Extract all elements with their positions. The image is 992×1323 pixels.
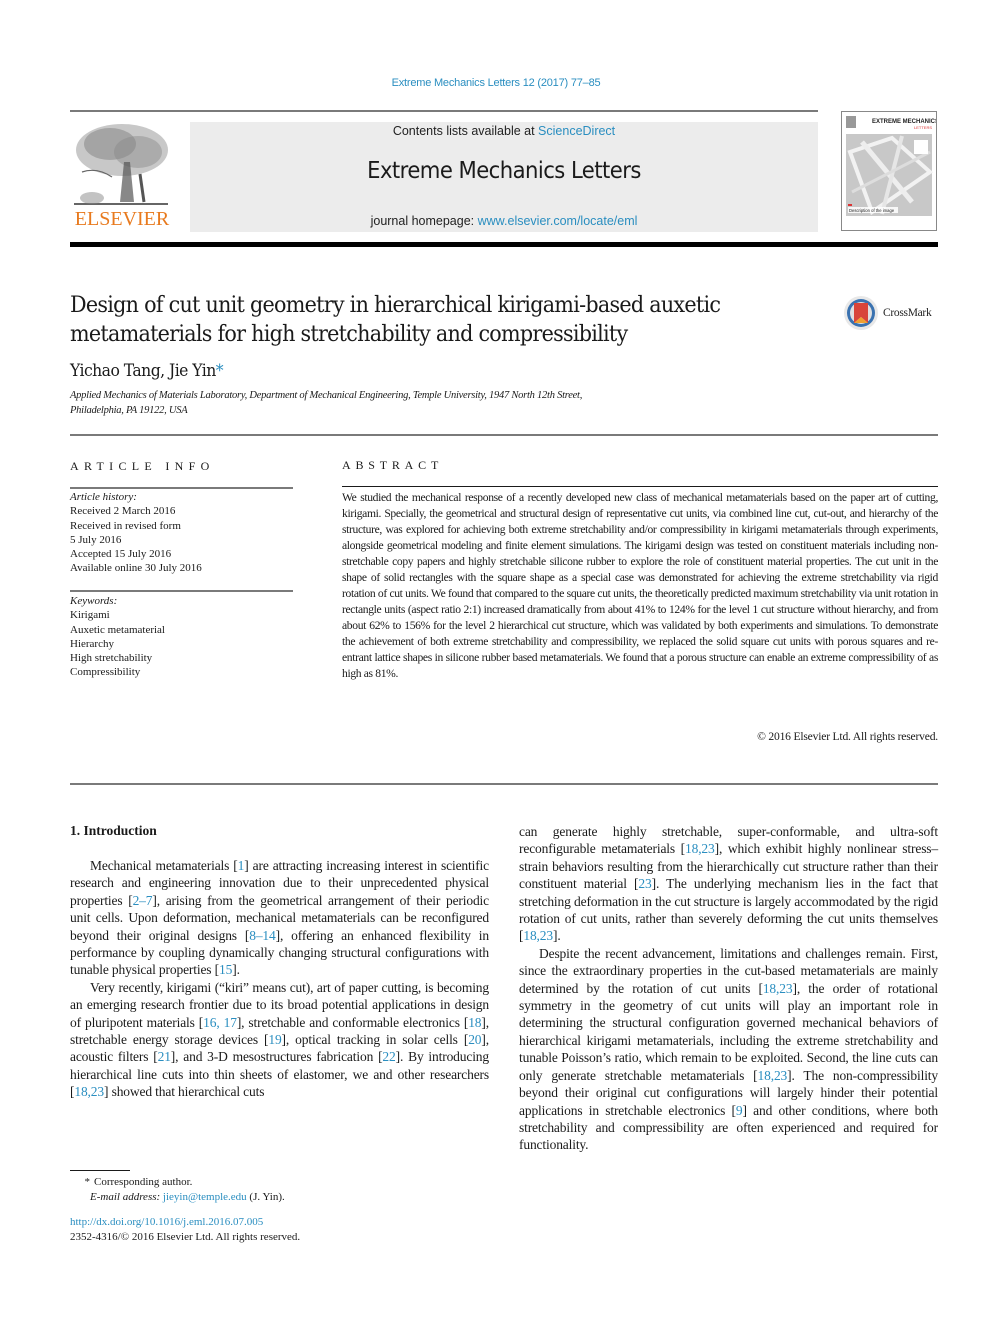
email-suffix: (J. Yin).	[246, 1191, 285, 1203]
email-label: E-mail address:	[90, 1191, 163, 1203]
article-info-rule	[70, 487, 293, 489]
affiliation-line-2: Philadelphia, PA 19122, USA	[70, 404, 188, 416]
keyword: Kirigami	[70, 609, 110, 622]
abstract-rule	[342, 486, 938, 487]
citation-link[interactable]: 18,23	[758, 1068, 788, 1083]
article-info-heading: ARTICLE INFO	[70, 459, 215, 473]
footnote-email: E-mail address: jieyin@temple.edu (J. Yi…	[70, 1190, 490, 1205]
corresponding-author-link[interactable]: *	[216, 361, 224, 381]
article-history: Article history: Received 2 March 2016 R…	[70, 490, 293, 576]
citation-link[interactable]: 18,23	[523, 928, 553, 943]
elsevier-wordmark: ELSEVIER	[74, 208, 170, 230]
citation-link[interactable]: 20	[468, 1032, 481, 1047]
citation-link[interactable]: 18,23	[685, 841, 715, 856]
footnote-corresponding: * Corresponding author.	[70, 1175, 490, 1190]
authors-text: Yichao Tang, Jie Yin	[70, 361, 216, 381]
citation-link[interactable]: 8–14	[249, 928, 276, 943]
keywords-rule	[70, 590, 293, 592]
citation-link[interactable]: 15	[219, 962, 232, 977]
citation-link[interactable]: 22	[382, 1049, 395, 1064]
keyword: Auxetic metamaterial	[70, 623, 165, 636]
elsevier-logo: ELSEVIER	[70, 120, 180, 232]
journal-cover-thumbnail[interactable]: EXTREME MECHANICS LETTERS Description of…	[841, 111, 939, 231]
contents-prefix: Contents lists available at	[392, 124, 539, 138]
front-matter-rule	[70, 783, 938, 785]
body-column-right: can generate highly stretchable, super-c…	[519, 823, 938, 1154]
paragraph: Mechanical metamaterials [1] are attract…	[70, 858, 489, 978]
footnote-rule	[70, 1170, 130, 1171]
cover-subtitle: LETTERS	[914, 125, 932, 130]
cover-image-icon: EXTREME MECHANICS LETTERS Description of…	[842, 112, 939, 230]
citation-link[interactable]: 18	[468, 1015, 481, 1030]
footnote: * Corresponding author. E-mail address: j…	[70, 1175, 490, 1205]
elsevier-tree-icon	[72, 122, 170, 208]
paragraph: Very recently, kirigami (“kiri” means cu…	[70, 979, 490, 1100]
cover-caption: Description of the image	[849, 208, 895, 213]
crossmark-icon	[844, 296, 878, 330]
title-line-1: Design of cut unit geometry in hierarchi…	[70, 292, 721, 318]
citation-link[interactable]: 16, 17	[203, 1015, 237, 1030]
article-title: Design of cut unit geometry in hierarchi…	[70, 291, 806, 349]
body-column-left: Mechanical metamaterials [1] are attract…	[70, 857, 489, 1101]
paragraph: Despite the recent advancement, limitati…	[519, 945, 938, 1153]
footnote-star: *	[84, 1176, 91, 1188]
citation-link[interactable]: 19	[268, 1032, 281, 1047]
corresponding-text: Corresponding author.	[94, 1176, 193, 1188]
journal-masthead: Contents lists available at ScienceDirec…	[190, 122, 818, 232]
journal-title: Extreme Mechanics Letters	[367, 158, 641, 184]
section-heading-introduction: 1. Introduction	[70, 823, 157, 838]
citation-link[interactable]: 1	[238, 858, 245, 873]
title-line-2: metamaterials for high stretchability an…	[70, 321, 628, 347]
homepage-link[interactable]: www.elsevier.com/locate/eml	[478, 214, 638, 228]
homepage-line: journal homepage: www.elsevier.com/locat…	[190, 214, 818, 228]
doi-block: http://dx.doi.org/10.1016/j.eml.2016.07.…	[70, 1215, 490, 1245]
email-link[interactable]: jieyin@temple.edu	[163, 1191, 247, 1203]
history-item: 5 July 2016	[70, 533, 122, 546]
keyword: Hierarchy	[70, 637, 114, 650]
abstract-heading: ABSTRACT	[342, 458, 444, 472]
keywords: Keywords: Kirigami Auxetic metamaterial …	[70, 594, 293, 680]
citation-link[interactable]: 21	[158, 1049, 171, 1064]
header-rule	[70, 110, 818, 112]
history-item: Accepted 15 July 2016	[70, 548, 172, 561]
paragraph: can generate highly stretchable, super-c…	[519, 824, 938, 944]
abstract-text: We studied the mechanical response of a …	[342, 491, 938, 680]
affiliation-line-1: Applied Mechanics of Materials Laborator…	[70, 390, 583, 401]
citation-link[interactable]: 18,23	[74, 1084, 104, 1099]
sciencedirect-link[interactable]: ScienceDirect	[538, 124, 615, 138]
keyword: High stretchability	[70, 652, 153, 665]
citation-link[interactable]: 9	[736, 1103, 743, 1118]
citation-link[interactable]: 2–7	[133, 893, 153, 908]
citation-link[interactable]: 18,23	[763, 981, 793, 996]
history-item: Available online 30 July 2016	[70, 562, 202, 575]
history-item: Received 2 March 2016	[70, 505, 176, 518]
author-list: Yichao Tang, Jie Yin*	[70, 361, 224, 381]
crossmark-label: CrossMark	[883, 307, 932, 319]
contents-line: Contents lists available at ScienceDirec…	[190, 124, 818, 138]
masthead-thick-rule	[70, 242, 938, 247]
keywords-label: Keywords:	[70, 595, 118, 607]
crossmark-button[interactable]: CrossMark	[843, 295, 943, 335]
affiliation: Applied Mechanics of Materials Laborator…	[70, 389, 710, 418]
journal-reference[interactable]: Extreme Mechanics Letters 12 (2017) 77–8…	[0, 77, 992, 89]
history-item: Received in revised form	[70, 519, 181, 532]
abstract-copyright: © 2016 Elsevier Ltd. All rights reserved…	[757, 730, 938, 743]
section-rule	[70, 434, 938, 436]
homepage-prefix: journal homepage:	[370, 214, 478, 228]
citation-link[interactable]: 23	[638, 876, 651, 891]
keyword: Compressibility	[70, 666, 141, 679]
issn-copyright: 2352-4316/© 2016 Elsevier Ltd. All right…	[70, 1231, 301, 1243]
doi-link[interactable]: http://dx.doi.org/10.1016/j.eml.2016.07.…	[70, 1216, 263, 1228]
history-label: Article history:	[70, 491, 137, 503]
